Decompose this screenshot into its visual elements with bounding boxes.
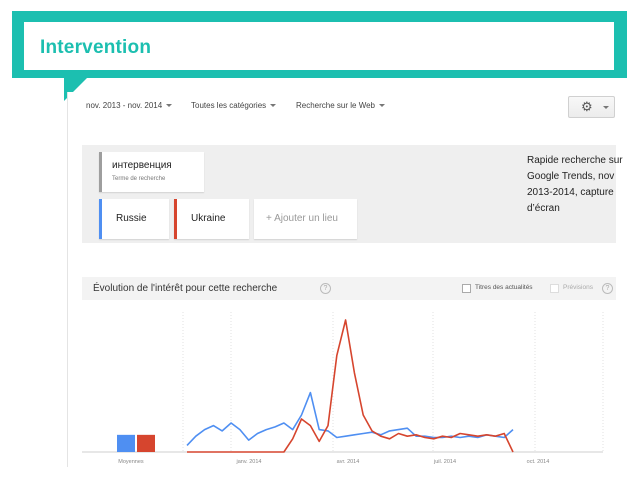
average-bar-ukraine	[137, 434, 155, 452]
add-place-label: + Ajouter un lieu	[266, 213, 338, 224]
x-tick-label: avr. 2014	[337, 459, 360, 465]
chevron-down-icon	[270, 104, 277, 108]
interest-section-header: Évolution de l'intérêt pour cette recher…	[82, 277, 616, 300]
date-range-label: nov. 2013 - nov. 2014	[86, 101, 163, 110]
chevron-down-icon	[379, 104, 385, 108]
help-icon[interactable]: ?	[320, 283, 331, 294]
x-tick-label: juil. 2014	[433, 459, 456, 465]
categories-dropdown[interactable]: Toutes les catégories	[191, 101, 277, 110]
news-headlines-checkbox[interactable]	[462, 284, 471, 293]
categories-label: Toutes les catégories	[191, 101, 267, 110]
x-tick-label: Moyennes	[118, 459, 144, 465]
trends-toolbar: nov. 2013 - nov. 2014 Toutes les catégor…	[68, 92, 616, 122]
country-russia-label: Russie	[116, 213, 147, 224]
slide-title: Intervention	[40, 37, 152, 58]
news-headlines-label: Titres des actualités	[475, 284, 533, 291]
search-type-dropdown[interactable]: Recherche sur le Web	[296, 101, 385, 110]
chevron-down-icon	[603, 106, 609, 109]
gear-icon: ⚙	[581, 99, 593, 114]
country-ukraine-label: Ukraine	[191, 213, 226, 224]
slide-caption: Rapide recherche sur Google Trends, nov …	[527, 155, 623, 214]
search-term-text: интервенция	[112, 160, 172, 171]
search-type-label: Recherche sur le Web	[296, 101, 375, 110]
x-tick-label: janv. 2014	[236, 459, 262, 465]
forecasts-checkbox[interactable]	[550, 284, 559, 293]
search-term-card[interactable]: интервенция Terme de recherche	[99, 152, 204, 192]
x-tick-label: oct. 2014	[527, 459, 550, 465]
series-line-russie	[186, 391, 514, 446]
trends-screenshot: nov. 2013 - nov. 2014 Toutes les catégor…	[67, 92, 616, 467]
add-place-button[interactable]: + Ajouter un lieu	[254, 199, 357, 239]
settings-button[interactable]: ⚙	[568, 96, 615, 118]
interest-over-time-chart: Moyennes janv. 2014 avr. 2014 juil. 2014 oct…	[82, 312, 604, 465]
series-line-ukraine	[187, 319, 514, 453]
chevron-down-icon	[166, 104, 173, 108]
country-russia[interactable]: Russie	[99, 199, 169, 239]
help-icon[interactable]: ?	[602, 283, 613, 294]
date-range-dropdown[interactable]: nov. 2013 - nov. 2014	[86, 101, 173, 110]
average-bar-russie	[117, 434, 135, 452]
interest-section-title: Évolution de l'intérêt pour cette recher…	[93, 283, 278, 294]
forecasts-label: Prévisions	[563, 284, 593, 291]
search-term-label: Terme de recherche	[112, 176, 166, 182]
country-ukraine[interactable]: Ukraine	[174, 199, 249, 239]
